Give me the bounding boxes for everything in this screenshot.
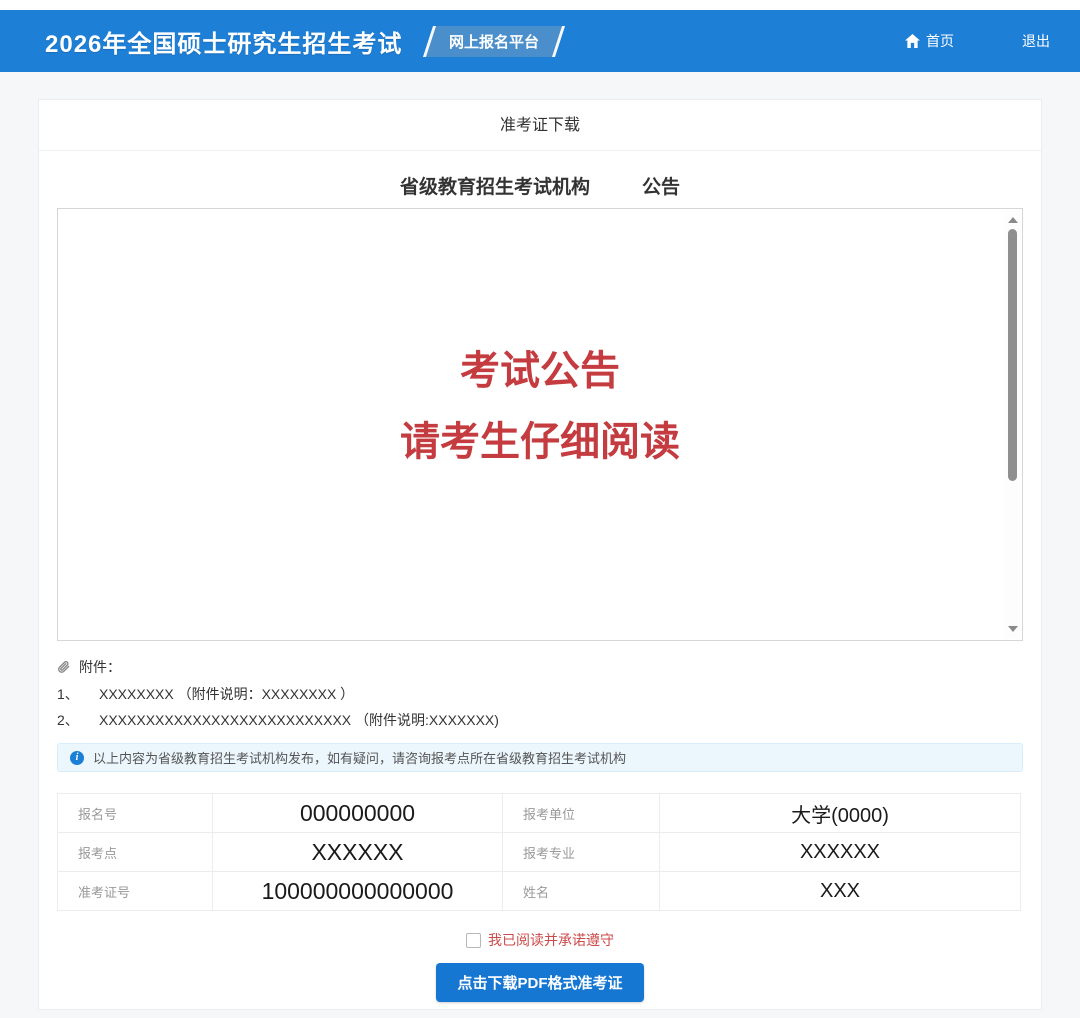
platform-badge: 网上报名平台 (423, 26, 565, 57)
field-value-regno: 000000000 (213, 794, 503, 833)
attachment-link[interactable]: XXXXXXXX （附件说明：XXXXXXXX ） (99, 686, 354, 703)
attachments-header: 附件： (57, 657, 1023, 677)
field-value-examsite: XXXXXX (213, 833, 503, 872)
announcement-panel: 考试公告 请考生仔细阅读 (57, 208, 1023, 641)
notice-type: 公告 (642, 177, 680, 198)
table-row: 准考证号 100000000000000 姓名 XXX (58, 872, 1021, 911)
page-title: 准考证下载 (39, 100, 1041, 151)
info-banner: i 以上内容为省级教育招生考试机构发布，如有疑问，请咨询报考点所在省级教育招生考… (57, 743, 1023, 772)
notice-header: 省级教育招生考试机构 公告 (39, 172, 1041, 199)
attachments-section: 附件： 1、 XXXXXXXX （附件说明：XXXXXXXX ） 2、 XXXX… (57, 657, 1023, 729)
announcement-line-1: 考试公告 (58, 351, 1022, 391)
info-banner-text: 以上内容为省级教育招生考试机构发布，如有疑问，请咨询报考点所在省级教育招生考试机… (93, 748, 626, 767)
table-row: 报名号 000000000 报考单位 大学(0000) (58, 794, 1021, 833)
notice-org: 省级教育招生考试机构 (400, 177, 590, 198)
candidate-details-table: 报名号 000000000 报考单位 大学(0000) 报考点 XXXXXX 报… (57, 793, 1021, 911)
scrollbar-up-arrow-icon[interactable] (1008, 217, 1018, 223)
announcement-content: 考试公告 请考生仔细阅读 (58, 209, 1022, 462)
field-label-major: 报考专业 (503, 833, 660, 872)
field-value-name: XXX (660, 872, 1021, 911)
platform-badge-label: 网上报名平台 (449, 31, 539, 52)
field-value-major: XXXXXX (660, 833, 1021, 872)
announcement-line-2: 请考生仔细阅读 (58, 422, 1022, 462)
header-nav: 首页 退出 (905, 31, 1050, 51)
nav-logout-label: 退出 (1022, 31, 1050, 51)
info-icon: i (70, 751, 84, 765)
field-label-university: 报考单位 (503, 794, 660, 833)
announcement-scrollbar[interactable] (1004, 210, 1021, 639)
home-icon (905, 34, 920, 48)
field-value-university: 大学(0000) (660, 794, 1021, 833)
field-value-ticketno: 100000000000000 (213, 872, 503, 911)
attachment-item[interactable]: 1、 XXXXXXXX （附件说明：XXXXXXXX ） (57, 686, 1023, 703)
main-card: 准考证下载 省级教育招生考试机构 公告 考试公告 请考生仔细阅读 附件： 1、 X… (38, 99, 1042, 1010)
app-header: 2026年全国硕士研究生招生考试 网上报名平台 首页 退出 (0, 10, 1080, 72)
page-top-margin (0, 0, 1080, 10)
agreement-row: 我已阅读并承诺遵守 (39, 930, 1041, 950)
table-row: 报考点 XXXXXX 报考专业 XXXXXX (58, 833, 1021, 872)
field-label-examsite: 报考点 (58, 833, 213, 872)
nav-logout[interactable]: 退出 (1022, 31, 1050, 51)
attachment-index: 2、 (57, 712, 99, 729)
attachment-index: 1、 (57, 686, 99, 703)
agreement-label: 我已阅读并承诺遵守 (488, 930, 614, 950)
nav-home[interactable]: 首页 (905, 31, 954, 51)
attachment-item[interactable]: 2、 XXXXXXXXXXXXXXXXXXXXXXXXXXX （附件说明:XXX… (57, 712, 1023, 729)
attachment-link[interactable]: XXXXXXXXXXXXXXXXXXXXXXXXXXX （附件说明:XXXXXX… (99, 712, 499, 729)
scrollbar-down-arrow-icon[interactable] (1008, 626, 1018, 632)
field-label-regno: 报名号 (58, 794, 213, 833)
agreement-checkbox[interactable] (466, 933, 481, 948)
app-title: 2026年全国硕士研究生招生考试 (45, 24, 402, 59)
field-label-ticketno: 准考证号 (58, 872, 213, 911)
nav-home-label: 首页 (926, 31, 954, 51)
paperclip-icon (57, 660, 71, 674)
attachments-label: 附件： (79, 657, 121, 677)
scrollbar-thumb[interactable] (1008, 229, 1017, 481)
field-label-name: 姓名 (503, 872, 660, 911)
download-pdf-button[interactable]: 点击下载PDF格式准考证 (436, 963, 643, 1002)
